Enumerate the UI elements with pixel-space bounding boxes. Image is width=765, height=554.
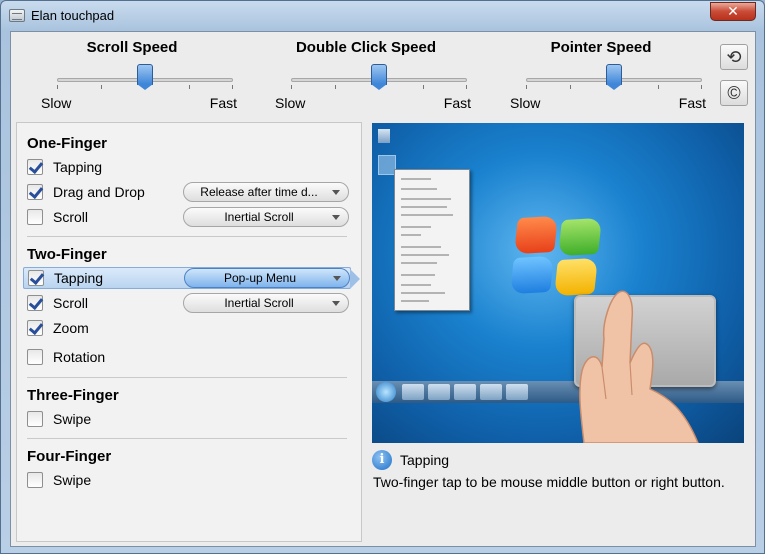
rotation-checkbox[interactable]: [27, 349, 43, 365]
double-click-speed-slider-group: Double Click Speed Slow Fast: [261, 32, 471, 116]
two-finger-scroll-row[interactable]: Scroll Inertial Scroll: [23, 293, 351, 315]
divider: [27, 438, 347, 439]
double-click-speed-title: Double Click Speed: [295, 39, 437, 56]
three-finger-swipe-checkbox[interactable]: [27, 411, 43, 427]
client-area: Scroll Speed Slow Fast Double Click Spee…: [10, 31, 756, 547]
double-click-speed-fast-label: Fast: [443, 95, 471, 111]
two-finger-heading: Two-Finger: [27, 246, 107, 263]
scroll-speed-thumb[interactable]: [137, 64, 153, 90]
chevron-down-icon: [333, 276, 341, 281]
chevron-down-icon: [332, 190, 340, 195]
one-finger-heading: One-Finger: [27, 135, 108, 152]
four-finger-swipe-checkbox[interactable]: [27, 472, 43, 488]
one-finger-tapping-checkbox[interactable]: [27, 159, 43, 175]
chevron-down-icon: [332, 301, 340, 306]
rotation-row[interactable]: Rotation: [23, 347, 351, 369]
window-title: Elan touchpad: [31, 8, 115, 23]
one-finger-scroll-select[interactable]: Inertial Scroll: [183, 207, 349, 227]
rotation-label: Rotation: [53, 349, 106, 365]
two-finger-tapping-row[interactable]: Tapping Pop-up Menu: [23, 267, 360, 289]
one-finger-scroll-checkbox[interactable]: [27, 209, 43, 225]
info-icon: i: [372, 450, 392, 470]
pointer-speed-thumb[interactable]: [606, 64, 622, 90]
scroll-speed-slow-label: Slow: [41, 95, 72, 111]
close-button[interactable]: ✕: [710, 2, 756, 21]
chevron-down-icon: [332, 215, 340, 220]
recycle-bin-icon: [378, 129, 390, 143]
app-icon: [9, 9, 25, 22]
zoom-checkbox[interactable]: [27, 320, 43, 336]
hand-icon: [579, 290, 699, 443]
scroll-speed-slider-group: Scroll Speed Slow Fast: [27, 32, 237, 116]
info-description: Two-finger tap to be mouse middle button…: [373, 474, 725, 490]
double-click-speed-thumb[interactable]: [371, 64, 387, 90]
three-finger-swipe-label: Swipe: [53, 411, 92, 427]
pointer-speed-title: Pointer Speed: [550, 39, 652, 56]
four-finger-swipe-label: Swipe: [53, 472, 92, 488]
two-finger-tapping-select[interactable]: Pop-up Menu: [184, 268, 350, 288]
two-finger-scroll-select[interactable]: Inertial Scroll: [183, 293, 349, 313]
one-finger-tapping-row[interactable]: Tapping: [23, 157, 351, 179]
two-finger-tapping-label: Tapping: [54, 270, 104, 286]
one-finger-scroll-row[interactable]: Scroll Inertial Scroll: [23, 207, 351, 229]
four-finger-heading: Four-Finger: [27, 448, 112, 465]
about-button[interactable]: ©: [720, 80, 748, 106]
drag-and-drop-label: Drag and Drop: [53, 184, 145, 200]
reset-button[interactable]: ⟲: [720, 44, 748, 70]
one-finger-tapping-label: Tapping: [53, 159, 103, 175]
gesture-settings-panel: One-Finger Tapping Drag and Drop Release…: [16, 122, 362, 542]
reset-icon: ⟲: [726, 47, 742, 67]
zoom-label: Zoom: [53, 320, 89, 336]
divider: [27, 236, 347, 237]
three-finger-heading: Three-Finger: [27, 387, 119, 404]
elan-touchpad-window: Elan touchpad ✕ Scroll Speed Slow Fast D…: [0, 0, 765, 554]
title-bar: Elan touchpad ✕: [1, 1, 764, 31]
gesture-preview-image: [372, 123, 744, 443]
scroll-speed-title: Scroll Speed: [86, 39, 178, 56]
two-finger-scroll-checkbox[interactable]: [27, 295, 43, 311]
two-finger-tapping-checkbox[interactable]: [28, 270, 44, 286]
divider: [27, 377, 347, 378]
copyright-icon: ©: [727, 83, 741, 103]
pointer-speed-fast-label: Fast: [678, 95, 706, 111]
double-click-speed-slow-label: Slow: [275, 95, 306, 111]
context-menu-illustration: [394, 169, 470, 311]
drag-and-drop-select[interactable]: Release after time d...: [183, 182, 349, 202]
four-finger-swipe-row[interactable]: Swipe: [23, 470, 351, 492]
scroll-speed-fast-label: Fast: [209, 95, 237, 111]
pointer-speed-slider-group: Pointer Speed Slow Fast: [496, 32, 706, 116]
two-finger-scroll-label: Scroll: [53, 295, 89, 311]
info-title: Tapping: [400, 452, 450, 468]
one-finger-drag-row[interactable]: Drag and Drop Release after time d...: [23, 182, 351, 204]
three-finger-swipe-row[interactable]: Swipe: [23, 409, 351, 431]
pointer-speed-slow-label: Slow: [510, 95, 541, 111]
zoom-row[interactable]: Zoom: [23, 318, 351, 340]
one-finger-scroll-label: Scroll: [53, 209, 89, 225]
drag-and-drop-checkbox[interactable]: [27, 184, 43, 200]
